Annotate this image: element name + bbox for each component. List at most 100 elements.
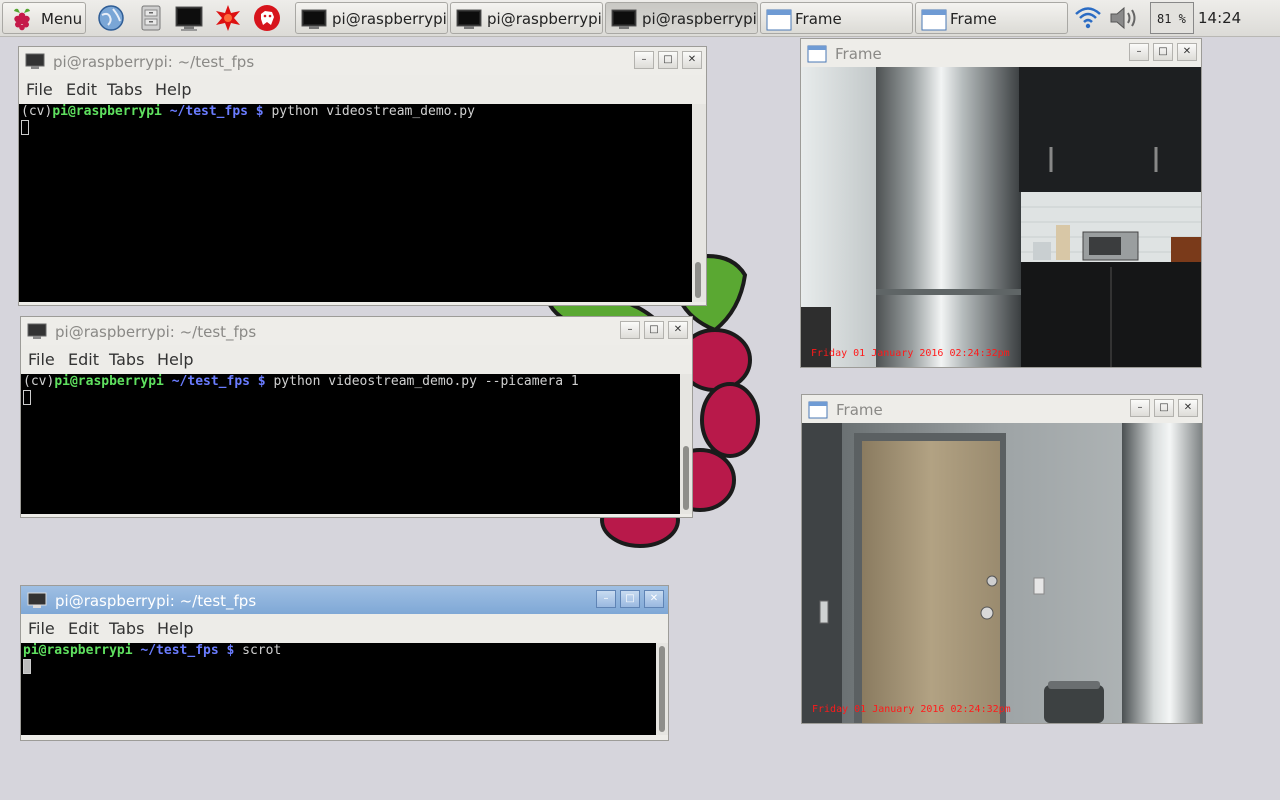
terminal-launcher[interactable] xyxy=(174,2,204,34)
menu-button[interactable]: Menu xyxy=(2,2,86,34)
terminal-output[interactable]: pi@raspberrypi ~/test_fps $ scrot xyxy=(21,643,656,735)
mathematica-launcher[interactable] xyxy=(252,2,282,34)
prompt-line: (cv)pi@raspberrypi ~/test_fps $ python v… xyxy=(23,374,579,389)
terminal-window-3[interactable]: pi@raspberrypi: ~/test_fps – □ ✕ File Edit… xyxy=(20,585,669,741)
prompt-path: ~/test_fps $ xyxy=(140,643,235,658)
text-cursor xyxy=(23,390,31,405)
menu-help[interactable]: Help xyxy=(157,350,193,369)
minimize-button[interactable]: – xyxy=(596,590,616,608)
menu-label: Menu xyxy=(41,10,83,28)
menu-file[interactable]: File xyxy=(28,619,55,638)
command-text: scrot xyxy=(234,643,282,658)
window-title: pi@raspberrypi: ~/test_fps xyxy=(55,592,257,610)
minimize-button[interactable]: – xyxy=(620,321,640,339)
menu-tabs[interactable]: Tabs xyxy=(109,350,144,369)
mathematica-icon xyxy=(254,5,280,31)
video-frame: Friday 01 January 2016 02:24:32pm xyxy=(801,67,1201,367)
task-label: pi@raspberrypi... xyxy=(642,10,757,28)
text-cursor xyxy=(23,659,31,674)
window-icon xyxy=(807,45,827,63)
menu-tabs[interactable]: Tabs xyxy=(109,619,144,638)
timestamp-overlay: Friday 01 January 2016 02:24:32pm xyxy=(811,348,1010,359)
task-button-frame-2[interactable]: Frame xyxy=(915,2,1068,34)
task-label: pi@raspberrypi... xyxy=(332,10,447,28)
close-button[interactable]: ✕ xyxy=(668,321,688,339)
window-title: Frame xyxy=(836,401,883,419)
title-bar[interactable]: pi@raspberrypi: ~/test_fps – □ ✕ xyxy=(21,317,692,345)
title-bar[interactable]: pi@raspberrypi: ~/test_fps – □ ✕ xyxy=(19,47,706,75)
prompt-user: pi@raspberrypi xyxy=(52,104,162,119)
menu-tabs[interactable]: Tabs xyxy=(107,80,142,99)
cpu-monitor: 81 % xyxy=(1150,2,1194,34)
menu-edit[interactable]: Edit xyxy=(68,619,99,638)
menu-file[interactable]: File xyxy=(26,80,53,99)
kitchen-camera-image xyxy=(801,67,1201,367)
terminal-output[interactable]: (cv)pi@raspberrypi ~/test_fps $ python v… xyxy=(19,104,692,302)
video-frame: Friday 01 January 2016 02:24:32pm xyxy=(802,423,1202,723)
terminal-output[interactable]: (cv)pi@raspberrypi ~/test_fps $ python v… xyxy=(21,374,680,514)
text-cursor xyxy=(21,120,29,135)
wolfram-launcher[interactable] xyxy=(213,2,243,34)
title-bar[interactable]: pi@raspberrypi: ~/test_fps – □ ✕ xyxy=(21,586,668,614)
window-title: pi@raspberrypi: ~/test_fps xyxy=(53,53,255,71)
maximize-button[interactable]: □ xyxy=(620,590,640,608)
frame-window-2[interactable]: Frame – □ ✕ Friday 01 January 2016 02:24:3… xyxy=(801,394,1203,724)
command-text: python videostream_demo.py --picamera 1 xyxy=(265,374,579,389)
window-icon xyxy=(766,9,792,31)
prompt-user: pi@raspberrypi xyxy=(54,374,164,389)
maximize-button[interactable]: □ xyxy=(1153,43,1173,61)
scrollbar[interactable] xyxy=(692,104,706,302)
title-bar[interactable]: Frame – □ ✕ xyxy=(802,395,1202,423)
prompt-path: ~/test_fps $ xyxy=(169,104,264,119)
task-button-terminal-3[interactable]: pi@raspberrypi... xyxy=(605,2,758,34)
scrollbar-thumb[interactable] xyxy=(659,646,665,732)
minimize-button[interactable]: – xyxy=(1129,43,1149,61)
window-title: pi@raspberrypi: ~/test_fps xyxy=(55,323,257,341)
taskbar: Menu pi@raspberrypi pi@raspberrypi pi@ra… xyxy=(0,0,1280,37)
window-title: Frame xyxy=(835,45,882,63)
volume-control[interactable] xyxy=(1108,2,1142,34)
frame-window-1[interactable]: Frame – □ ✕ Friday 01 January 2016 02:24… xyxy=(800,38,1202,368)
prompt-line: pi@raspberrypi ~/test_fps $ scrot xyxy=(23,643,281,658)
maximize-button[interactable]: □ xyxy=(1154,399,1174,417)
scrollbar[interactable] xyxy=(656,643,668,735)
close-button[interactable]: ✕ xyxy=(644,590,664,608)
terminal-icon xyxy=(301,9,327,29)
maximize-button[interactable]: □ xyxy=(644,321,664,339)
web-browser-icon xyxy=(98,5,124,31)
menu-edit[interactable]: Edit xyxy=(66,80,97,99)
menu-edit[interactable]: Edit xyxy=(68,350,99,369)
speaker-icon xyxy=(1110,6,1136,30)
wifi-indicator[interactable] xyxy=(1073,2,1103,34)
minimize-button[interactable]: – xyxy=(1130,399,1150,417)
prompt-line: (cv)pi@raspberrypi ~/test_fps $ python v… xyxy=(21,104,475,119)
menu-help[interactable]: Help xyxy=(157,619,193,638)
task-label: Frame xyxy=(950,10,997,28)
close-button[interactable]: ✕ xyxy=(1178,399,1198,417)
close-button[interactable]: ✕ xyxy=(682,51,702,69)
menu-file[interactable]: File xyxy=(28,350,55,369)
scrollbar[interactable] xyxy=(680,374,692,514)
task-button-terminal-1[interactable]: pi@raspberrypi... xyxy=(295,2,448,34)
cpu-usage: 81 % xyxy=(1157,12,1186,26)
window-icon xyxy=(921,9,947,31)
maximize-button[interactable]: □ xyxy=(658,51,678,69)
terminal-icon xyxy=(27,323,47,339)
terminal-window-1[interactable]: pi@raspberrypi: ~/test_fps – □ ✕ File Edit… xyxy=(18,46,707,306)
terminal-icon xyxy=(175,6,203,31)
scrollbar-thumb[interactable] xyxy=(695,262,701,298)
menu-help[interactable]: Help xyxy=(155,80,191,99)
scrollbar-thumb[interactable] xyxy=(683,446,689,510)
file-manager-launcher[interactable] xyxy=(136,2,166,34)
clock[interactable]: 14:24 xyxy=(1198,2,1246,34)
task-button-terminal-2[interactable]: pi@raspberrypi... xyxy=(450,2,603,34)
task-button-frame-1[interactable]: Frame xyxy=(760,2,913,34)
close-button[interactable]: ✕ xyxy=(1177,43,1197,61)
prompt-path: ~/test_fps $ xyxy=(171,374,266,389)
title-bar[interactable]: Frame – □ ✕ xyxy=(801,39,1201,67)
web-browser-launcher[interactable] xyxy=(96,2,126,34)
minimize-button[interactable]: – xyxy=(634,51,654,69)
task-label: Frame xyxy=(795,10,842,28)
clock-time: 14:24 xyxy=(1198,9,1242,27)
terminal-window-2[interactable]: pi@raspberrypi: ~/test_fps – □ ✕ File Edit… xyxy=(20,316,693,518)
